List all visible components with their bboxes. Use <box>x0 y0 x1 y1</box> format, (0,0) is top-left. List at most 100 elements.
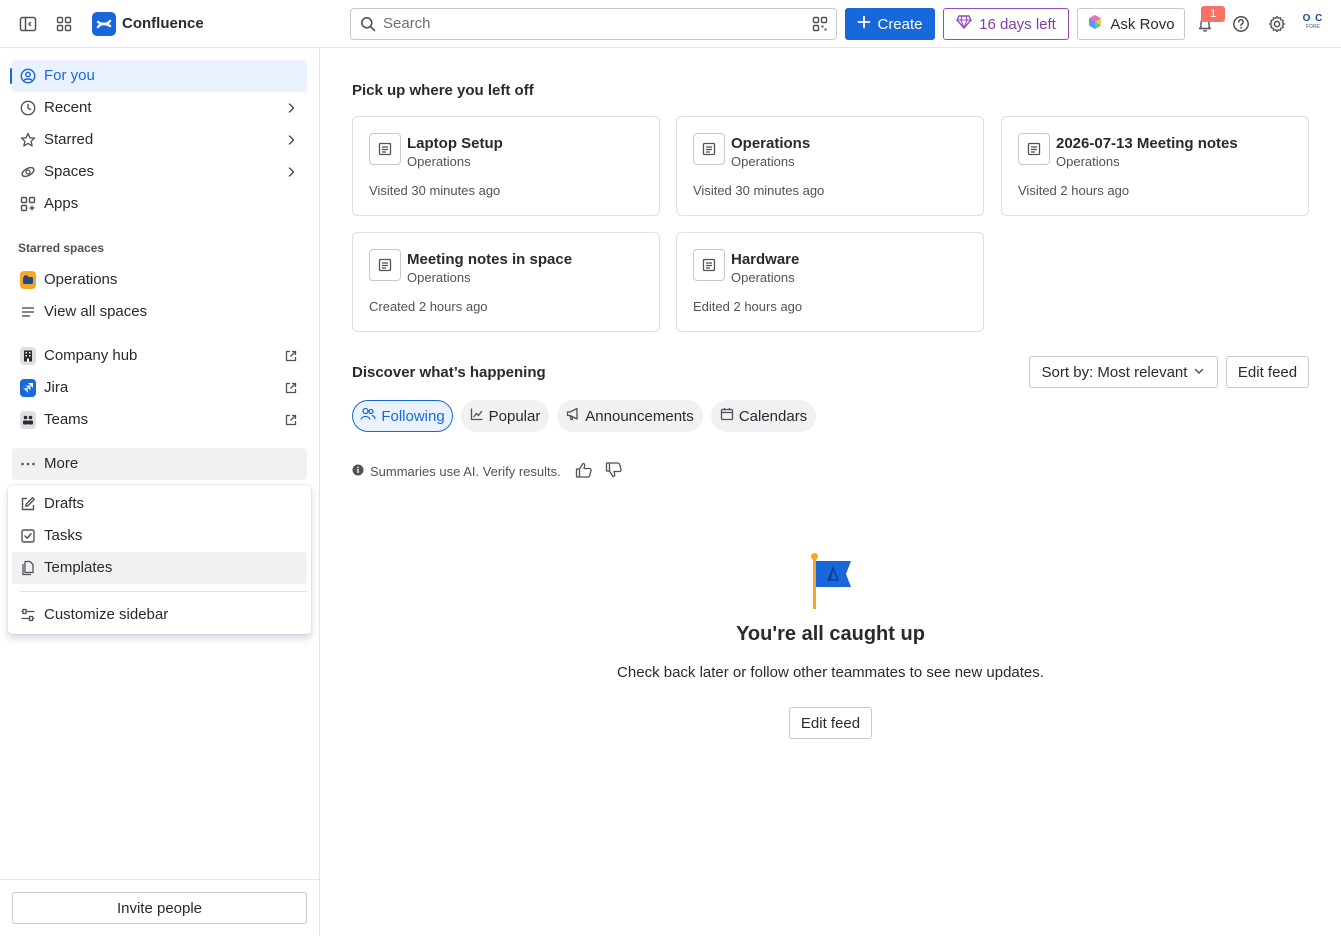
app-switcher-icon[interactable] <box>52 12 76 36</box>
tab-label: Announcements <box>585 407 694 425</box>
menu-item-label: Customize sidebar <box>44 606 169 623</box>
trending-chart-icon <box>470 407 484 425</box>
sidebar-item-label: Spaces <box>44 163 95 180</box>
tab-calendars[interactable]: Calendars <box>711 400 816 432</box>
megaphone-icon <box>566 407 580 425</box>
chevron-right-icon[interactable] <box>285 165 297 182</box>
edit-feed-button[interactable]: Edit feed <box>1226 356 1309 388</box>
sidebar-item-operations-space[interactable]: Operations <box>12 264 307 296</box>
chevron-right-icon[interactable] <box>285 133 297 150</box>
menu-item-customize-sidebar[interactable]: Customize sidebar <box>12 599 307 631</box>
sidebar-item-label: Apps <box>44 195 79 212</box>
menu-item-label: Drafts <box>44 495 85 512</box>
sidebar-item-company-hub[interactable]: Company hub <box>12 340 307 372</box>
card-space: Operations <box>731 270 795 285</box>
sidebar-toggle-icon[interactable] <box>16 12 40 36</box>
sidebar-item-label: Teams <box>44 411 89 428</box>
card-space: Operations <box>731 154 795 169</box>
star-icon <box>20 132 36 148</box>
discover-heading: Discover what’s happening <box>352 364 546 381</box>
help-icon[interactable] <box>1229 12 1253 36</box>
menu-item-tasks[interactable]: Tasks <box>12 520 307 552</box>
external-link-icon <box>285 349 297 366</box>
chevron-down-icon <box>1193 364 1205 381</box>
create-button[interactable]: Create <box>845 8 935 40</box>
recent-heading: Pick up where you left off <box>352 82 534 99</box>
card-title: Operations <box>731 135 811 152</box>
sidebar-item-teams[interactable]: Teams <box>12 404 307 436</box>
sort-label: Sort by: Most relevant <box>1041 363 1188 381</box>
settings-gear-icon[interactable] <box>1265 12 1289 36</box>
empty-state-subtitle: Check back later or follow other teammat… <box>617 664 1044 681</box>
sidebar-item-label: Jira <box>44 379 69 396</box>
recent-card[interactable]: 2026-07-13 Meeting notes Operations Visi… <box>1001 116 1309 216</box>
recent-card[interactable]: Operations Operations Visited 30 minutes… <box>676 116 984 216</box>
sidebar-item-view-all-spaces[interactable]: View all spaces <box>12 296 307 328</box>
sidebar-item-apps[interactable]: Apps <box>12 188 307 220</box>
tab-following[interactable]: Following <box>352 400 453 432</box>
user-avatar[interactable]: O C FORE <box>1300 14 1326 34</box>
page-icon <box>693 133 725 165</box>
sidebar-item-starred[interactable]: Starred <box>12 124 307 156</box>
search-bar[interactable] <box>350 8 837 40</box>
thumbs-down-icon[interactable] <box>605 462 623 481</box>
search-icon <box>360 16 376 35</box>
ai-note: Summaries use AI. Verify results. <box>352 462 623 481</box>
gem-icon <box>956 15 972 33</box>
customize-icon <box>20 607 36 623</box>
checkbox-icon <box>20 528 36 544</box>
recent-card[interactable]: Laptop Setup Operations Visited 30 minut… <box>352 116 660 216</box>
empty-edit-feed-button[interactable]: Edit feed <box>789 707 872 739</box>
card-title: 2026-07-13 Meeting notes <box>1056 135 1238 152</box>
company-hub-icon <box>20 347 36 365</box>
sidebar-item-spaces[interactable]: Spaces <box>12 156 307 188</box>
avatar-subtext: FORE <box>1306 24 1320 30</box>
menu-item-drafts[interactable]: Drafts <box>12 488 307 520</box>
sidebar-item-for-you[interactable]: For you <box>12 60 307 92</box>
jira-icon <box>20 379 36 397</box>
recent-card[interactable]: Meeting notes in space Operations Create… <box>352 232 660 332</box>
qr-scan-icon[interactable] <box>812 16 828 35</box>
flag-illustration-icon <box>806 551 856 611</box>
starred-spaces-heading: Starred spaces <box>18 241 105 255</box>
apps-icon <box>20 196 36 212</box>
ai-note-text: Summaries use AI. Verify results. <box>370 464 561 479</box>
card-space: Operations <box>407 270 471 285</box>
chevron-right-icon[interactable] <box>285 101 297 118</box>
create-label: Create <box>877 15 923 33</box>
sidebar-item-label: View all spaces <box>44 303 148 320</box>
menu-item-templates[interactable]: Templates <box>12 552 307 584</box>
menu-item-label: Tasks <box>44 527 83 544</box>
clock-icon <box>20 100 36 116</box>
recent-card[interactable]: Hardware Operations Edited 2 hours ago <box>676 232 984 332</box>
sidebar-item-recent[interactable]: Recent <box>12 92 307 124</box>
operations-space-icon <box>20 271 36 289</box>
app-name[interactable]: Confluence <box>122 15 204 32</box>
tab-announcements[interactable]: Announcements <box>557 400 703 432</box>
confluence-logo-icon[interactable] <box>92 12 116 36</box>
card-meta: Visited 30 minutes ago <box>369 183 501 198</box>
teams-icon <box>20 411 36 429</box>
card-meta: Visited 30 minutes ago <box>693 183 825 198</box>
sidebar-item-more[interactable]: More <box>12 448 307 480</box>
sidebar-item-label: Operations <box>44 271 118 288</box>
trial-button[interactable]: 16 days left <box>943 8 1069 40</box>
invite-people-button[interactable]: Invite people <box>12 892 307 924</box>
search-input[interactable] <box>383 15 803 32</box>
thumbs-up-icon[interactable] <box>575 462 593 481</box>
sidebar-item-jira[interactable]: Jira <box>12 372 307 404</box>
rovo-icon <box>1087 14 1103 34</box>
template-icon <box>20 560 36 576</box>
card-title: Laptop Setup <box>407 135 503 152</box>
sort-dropdown[interactable]: Sort by: Most relevant <box>1029 356 1218 388</box>
page-icon <box>369 249 401 281</box>
sidebar-item-label: Company hub <box>44 347 138 364</box>
page-icon <box>693 249 725 281</box>
card-space: Operations <box>1056 154 1120 169</box>
sidebar-footer: Invite people <box>0 879 319 936</box>
external-link-icon <box>285 413 297 430</box>
ask-rovo-button[interactable]: Ask Rovo <box>1077 8 1185 40</box>
trial-label: 16 days left <box>979 15 1056 33</box>
empty-state-title: You're all caught up <box>736 623 925 645</box>
tab-popular[interactable]: Popular <box>461 400 549 432</box>
